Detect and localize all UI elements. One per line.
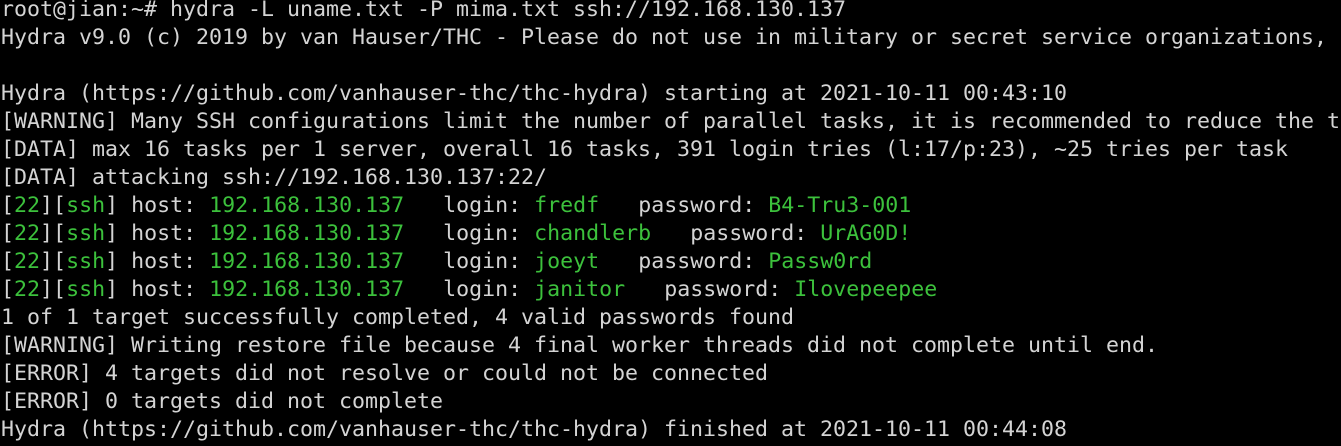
service-value: ssh	[66, 249, 106, 274]
host-value: 192.168.130.137	[209, 277, 405, 302]
host-value: 192.168.130.137	[209, 221, 405, 246]
banner-line: Hydra v9.0 (c) 2019 by van Hauser/THC - …	[1, 25, 1341, 50]
data-attack-line: [DATA] attacking ssh://192.168.130.137:2…	[1, 165, 548, 190]
finish-line: Hydra (https://github.com/vanhauser-thc/…	[1, 417, 1068, 442]
password-value: B4-Tru3-001	[768, 193, 912, 218]
terminal-window[interactable]: root@jian:~# hydra -L uname.txt -P mima.…	[0, 0, 1341, 446]
service-value: ssh	[66, 221, 106, 246]
login-value: fredf	[534, 193, 600, 218]
password-value: Passw0rd	[768, 249, 873, 274]
summary-line: 1 of 1 target successfully completed, 4 …	[1, 305, 795, 330]
command-text: hydra -L uname.txt -P mima.txt ssh://192…	[170, 0, 847, 22]
password-value: Ilovepeepee	[794, 277, 938, 302]
host-value: 192.168.130.137	[209, 249, 405, 274]
warning-tasks-line: [WARNING] Many SSH configurations limit …	[1, 109, 1341, 134]
command-line: root@jian:~# hydra -L uname.txt -P mima.…	[1, 0, 1341, 24]
data-max-line: [DATA] max 16 tasks per 1 server, overal…	[1, 137, 1289, 162]
result-line: [22][ssh] host: 192.168.130.137 login: f…	[1, 193, 912, 218]
start-line: Hydra (https://github.com/vanhauser-thc/…	[1, 81, 1068, 106]
service-value: ssh	[66, 193, 106, 218]
login-value: joeyt	[534, 249, 600, 274]
result-line: [22][ssh] host: 192.168.130.137 login: c…	[1, 221, 912, 246]
host-value: 192.168.130.137	[209, 193, 405, 218]
warning-restore-line: [WARNING] Writing restore file because 4…	[1, 333, 1159, 358]
port-value: 22	[14, 249, 41, 274]
service-value: ssh	[66, 277, 106, 302]
port-value: 22	[14, 221, 41, 246]
password-value: UrAG0D!	[820, 221, 912, 246]
login-value: janitor	[534, 277, 626, 302]
shell-prompt: root@jian:~#	[1, 0, 171, 22]
result-line: [22][ssh] host: 192.168.130.137 login: j…	[1, 249, 873, 274]
result-line: [22][ssh] host: 192.168.130.137 login: j…	[1, 277, 938, 302]
login-value: chandlerb	[534, 221, 652, 246]
port-value: 22	[14, 193, 41, 218]
error-complete-line: [ERROR] 0 targets did not complete	[1, 389, 444, 414]
port-value: 22	[14, 277, 41, 302]
error-resolve-line: [ERROR] 4 targets did not resolve or cou…	[1, 361, 769, 386]
